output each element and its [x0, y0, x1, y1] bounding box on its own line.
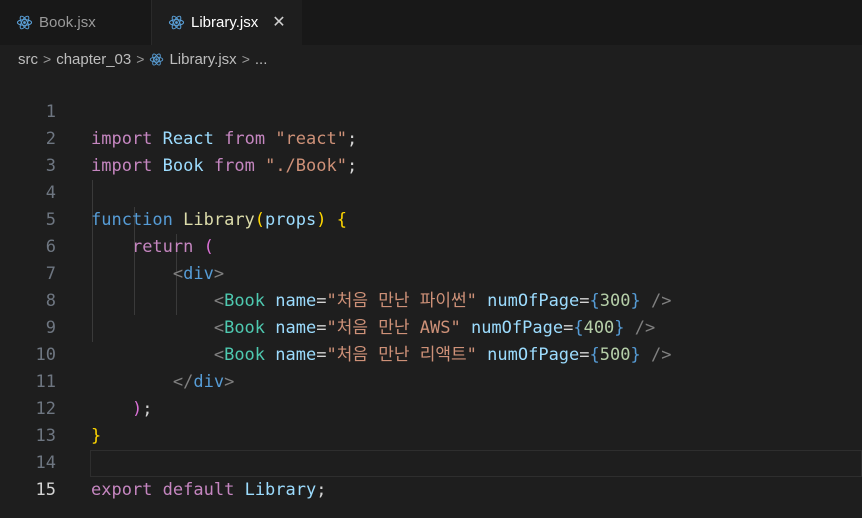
code-line[interactable]: 5 return ( [0, 180, 862, 257]
code-line[interactable]: 15 [0, 450, 862, 500]
code-line[interactable]: 2 import Book from "./Book"; [0, 99, 862, 176]
breadcrumb-more[interactable]: ... [255, 51, 268, 68]
code-line[interactable]: 9 <Book name="처음 만난 리액트" numOfPage={500}… [0, 288, 862, 365]
code-line[interactable]: 6 <div> [0, 207, 862, 284]
breadcrumb: src > chapter_03 > Library.jsx > ... [0, 45, 862, 73]
code-line[interactable]: 1 import React from "react"; [0, 72, 862, 149]
tab-book-jsx[interactable]: Book.jsx [0, 0, 152, 45]
chevron-right-icon: > [43, 51, 52, 67]
code-line[interactable]: 10 </div> [0, 315, 862, 392]
chevron-right-icon: > [136, 51, 145, 67]
breadcrumb-subfolder[interactable]: chapter_03 [56, 51, 131, 68]
code-editor-window: Book.jsx Library.jsx ✕ src > chapter_03 … [0, 0, 862, 518]
code-line[interactable]: 7 <Book name="처음 만난 파이썬" numOfPage={300}… [0, 234, 862, 311]
react-icon [168, 15, 185, 30]
close-icon[interactable]: ✕ [272, 14, 285, 31]
code-line[interactable]: 11 ); [0, 342, 862, 419]
tab-label: Book.jsx [39, 14, 96, 31]
tab-bar: Book.jsx Library.jsx ✕ [0, 0, 862, 45]
line-number: 15 [35, 480, 56, 500]
react-icon [16, 15, 33, 30]
tab-label: Library.jsx [191, 14, 259, 31]
chevron-right-icon: > [241, 51, 250, 67]
code-line[interactable]: 4 function Library(props) { [0, 153, 862, 230]
editor-area[interactable]: 1 import React from "react"; 2 import Bo… [0, 72, 862, 518]
code-line[interactable]: 13 [0, 396, 862, 446]
tab-library-jsx[interactable]: Library.jsx ✕ [152, 0, 302, 45]
react-icon [150, 53, 164, 65]
breadcrumb-folder[interactable]: src [18, 51, 38, 68]
code-line[interactable]: 14 export default Library; [0, 423, 862, 500]
code-text: export default Library; [91, 480, 327, 500]
breadcrumb-file[interactable]: Library.jsx [149, 50, 237, 68]
code-line[interactable]: 12 } [0, 369, 862, 446]
code-line[interactable]: 3 [0, 126, 862, 176]
code-line[interactable]: 8 <Book name="처음 만난 AWS" numOfPage={400}… [0, 261, 862, 338]
breadcrumb-file-label: Library.jsx [169, 50, 237, 68]
